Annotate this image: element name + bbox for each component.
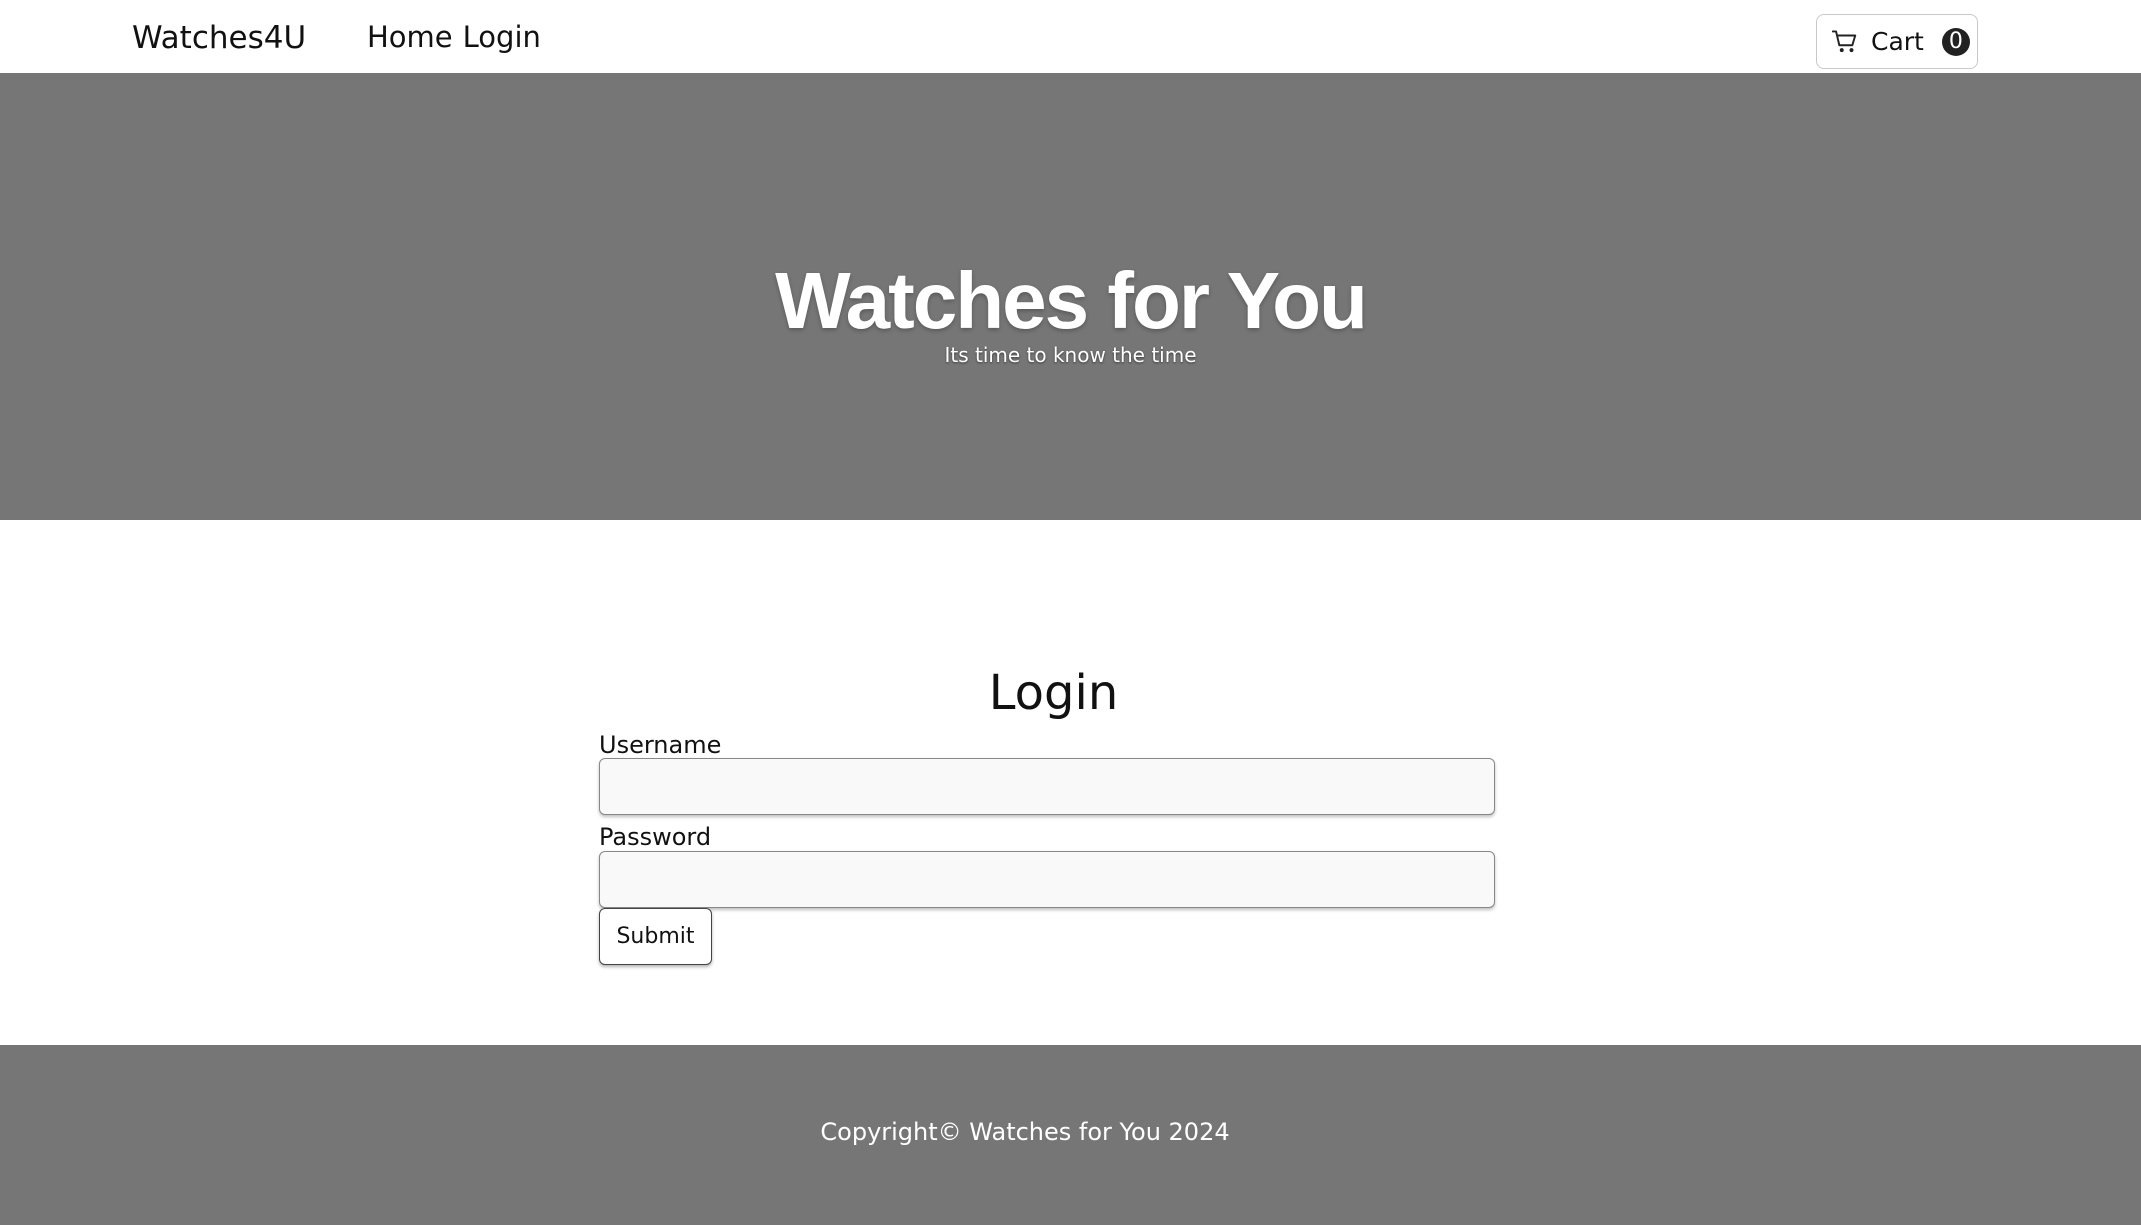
hero-banner: Watches for You Its time to know the tim… — [0, 73, 2141, 520]
login-title: Login — [988, 665, 1119, 721]
hero-title: Watches for You — [775, 256, 1368, 345]
password-label: Password — [599, 823, 712, 851]
cart-label: Cart — [1871, 27, 1924, 56]
navbar: Watches4U Home Login Cart 0 — [0, 0, 2141, 73]
cart-button[interactable]: Cart 0 — [1816, 14, 1978, 69]
password-input[interactable] — [599, 851, 1495, 908]
cart-icon — [1832, 29, 1857, 52]
brand-link[interactable]: Watches4U — [132, 20, 306, 56]
nav-links: Home Login — [367, 20, 541, 54]
submit-button[interactable]: Submit — [599, 908, 712, 965]
nav-link-login[interactable]: Login — [463, 20, 541, 54]
nav-link-home[interactable]: Home — [367, 20, 453, 54]
username-input[interactable] — [599, 758, 1495, 815]
cart-count-badge: 0 — [1941, 27, 1970, 56]
username-label: Username — [599, 731, 722, 759]
hero-subtitle: Its time to know the time — [944, 343, 1197, 367]
footer-copyright: Copyright© Watches for You 2024 — [820, 1118, 1230, 1146]
footer: Copyright© Watches for You 2024 — [0, 1045, 2141, 1225]
